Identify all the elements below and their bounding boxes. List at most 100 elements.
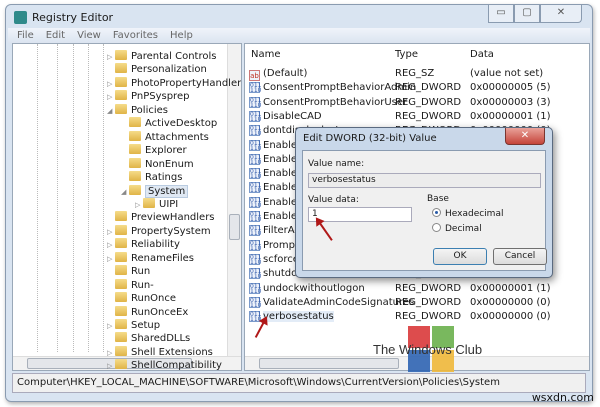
menu-file[interactable]: File	[17, 28, 34, 43]
value-row-type[interactable]: REG_DWORD	[395, 282, 461, 295]
tree-item[interactable]: ▷ Reliability	[107, 238, 180, 251]
cancel-button[interactable]: Cancel	[493, 248, 547, 265]
value-row-data[interactable]: 0x00000000 (0)	[470, 296, 551, 309]
column-header-data[interactable]: Data	[470, 49, 494, 60]
expand-icon[interactable]: ▷	[107, 51, 115, 64]
value-row-data[interactable]: 0x00000001 (1)	[470, 282, 551, 295]
folder-icon	[115, 50, 127, 60]
tree-item[interactable]: NonEnum	[121, 157, 194, 171]
value-row-name[interactable]: 011 110 ConsentPromptBehaviorUser	[249, 96, 407, 109]
value-row-data[interactable]: 0x00000000 (0)	[470, 310, 551, 323]
tree-item[interactable]: RunOnce	[107, 292, 176, 305]
tree-item[interactable]: SharedDLLs	[107, 332, 190, 345]
tree-item[interactable]: Explorer	[121, 144, 187, 157]
radio-decimal[interactable]: Decimal	[432, 223, 482, 234]
minimize-button[interactable]: ▭	[488, 5, 514, 23]
expand-icon[interactable]: ◢	[107, 105, 115, 118]
tree-item-label: PnPSysprep	[131, 91, 190, 103]
tree-item[interactable]: ▷ PhotoPropertyHandler	[107, 76, 241, 91]
value-row-type[interactable]: REG_DWORD	[395, 296, 461, 309]
folder-icon	[115, 103, 127, 114]
menu-favorites[interactable]: Favorites	[113, 28, 158, 43]
expand-icon[interactable]: ◢	[121, 186, 129, 199]
tree-item[interactable]: ▷ PropertySystem	[107, 224, 211, 239]
menu-bar: File Edit View Favorites Help	[8, 28, 590, 43]
tree-item[interactable]: ◢ System	[121, 184, 189, 199]
key-tree-pane: ▷ Parental Controls Personalization ▷ PhotoP…	[12, 43, 242, 371]
expand-icon[interactable]: ▷	[107, 91, 115, 104]
value-type: REG_DWORD	[395, 110, 462, 122]
dialog-close-button[interactable]: ✕	[505, 128, 545, 145]
value-row-data[interactable]: 0x00000005 (5)	[470, 81, 551, 94]
tree-item[interactable]: ActiveDesktop	[121, 117, 217, 130]
expand-icon[interactable]: ▷	[107, 320, 115, 333]
column-header-type[interactable]: Type	[395, 49, 418, 60]
value-row-name[interactable]: 011 110 ConsentPromptBehaviorAdmin	[249, 81, 416, 94]
registry-app-icon	[14, 11, 27, 24]
value-name: ConsentPromptBehaviorUser	[263, 96, 408, 108]
value-row-name[interactable]: 011 110 DisableCAD	[249, 110, 322, 123]
value-row-type[interactable]: REG_DWORD	[395, 81, 461, 94]
tree-item[interactable]: ▷ Parental Controls	[107, 50, 216, 63]
tree-item[interactable]: Personalization	[107, 63, 207, 76]
ok-button[interactable]: OK	[433, 248, 487, 265]
expand-icon[interactable]: ▷	[107, 226, 115, 239]
tree-item[interactable]: ▷ ShellCompatibility	[107, 359, 222, 370]
tree-item[interactable]: ▷ Setup	[107, 319, 160, 332]
folder-icon	[115, 292, 127, 303]
tree-item[interactable]: ▷ PnPSysprep	[107, 90, 189, 103]
value-name: ConsentPromptBehaviorAdmin	[263, 82, 417, 94]
tree-item[interactable]: ◢ Policies	[107, 103, 168, 118]
folder-icon	[129, 144, 141, 155]
tree-item-label: ActiveDesktop	[145, 118, 218, 130]
tree-item-label: Ratings	[145, 172, 183, 184]
tree-item[interactable]: PreviewHandlers	[107, 211, 215, 224]
value-row-name[interactable]: 011 110 ValidateAdminCodeSignatures	[249, 296, 414, 309]
tree-item[interactable]: ▷ Shell Extensions	[107, 345, 213, 360]
value-data: 0x00000001 (1)	[470, 282, 551, 294]
tree-item[interactable]: Ratings	[121, 171, 182, 184]
value-row-name[interactable]: ab (Default)	[249, 67, 307, 81]
maximize-button[interactable]: ▢	[514, 5, 540, 23]
binary-value-icon: 011 110	[249, 82, 262, 95]
tree-item[interactable]: Attachments	[121, 130, 209, 144]
expand-icon[interactable]: ▷	[107, 239, 115, 252]
binary-value-icon: 011 110	[249, 182, 262, 195]
value-name: verbosestatus	[263, 311, 334, 323]
value-row-name[interactable]: 011 110 undockwithoutlogon	[249, 282, 365, 295]
value-row-data[interactable]: 0x00000001 (1)	[470, 110, 551, 123]
menu-view[interactable]: View	[77, 28, 101, 43]
tree-item[interactable]: ▷ UIPI	[135, 197, 178, 212]
tree-item[interactable]: Run	[107, 265, 150, 278]
tree-item-label: Personalization	[131, 64, 207, 76]
value-row-type[interactable]: REG_SZ	[395, 67, 434, 80]
radio-selected-icon	[432, 208, 441, 217]
value-data: 0x00000000 (0)	[470, 311, 551, 323]
tree-vertical-scrollbar[interactable]	[227, 44, 241, 356]
tree-item[interactable]: ▷ RenameFiles	[107, 251, 194, 266]
value-row-data[interactable]: 0x00000003 (3)	[470, 96, 551, 109]
expand-icon[interactable]: ▷	[107, 347, 115, 360]
menu-edit[interactable]: Edit	[46, 28, 65, 43]
site-watermark: wsxdn.com	[531, 391, 594, 404]
expand-icon[interactable]: ▷	[135, 199, 143, 212]
value-row-type[interactable]: REG_DWORD	[395, 110, 461, 123]
value-name: undockwithoutlogon	[263, 282, 365, 294]
value-row-data[interactable]: (value not set)	[470, 67, 543, 80]
value-name-field: verbosestatus	[308, 173, 541, 188]
value-row-type[interactable]: REG_DWORD	[395, 96, 461, 109]
folder-icon	[115, 238, 127, 249]
tree-item[interactable]: RunOnceEx	[107, 305, 188, 319]
menu-help[interactable]: Help	[170, 28, 193, 43]
radio-hexadecimal[interactable]: Hexadecimal	[432, 208, 503, 219]
column-header-name[interactable]: Name	[251, 49, 281, 60]
tree-item[interactable]: Run-	[107, 278, 154, 292]
close-button[interactable]: ✕	[540, 5, 582, 23]
value-type: REG_DWORD	[395, 311, 462, 323]
value-row-type[interactable]: REG_DWORD	[395, 310, 461, 323]
window-title: Registry Editor	[32, 11, 114, 24]
value-type: REG_SZ	[395, 68, 435, 79]
expand-icon[interactable]: ▷	[107, 78, 115, 91]
expand-icon[interactable]: ▷	[107, 253, 115, 266]
expand-icon[interactable]: ▷	[107, 360, 115, 370]
